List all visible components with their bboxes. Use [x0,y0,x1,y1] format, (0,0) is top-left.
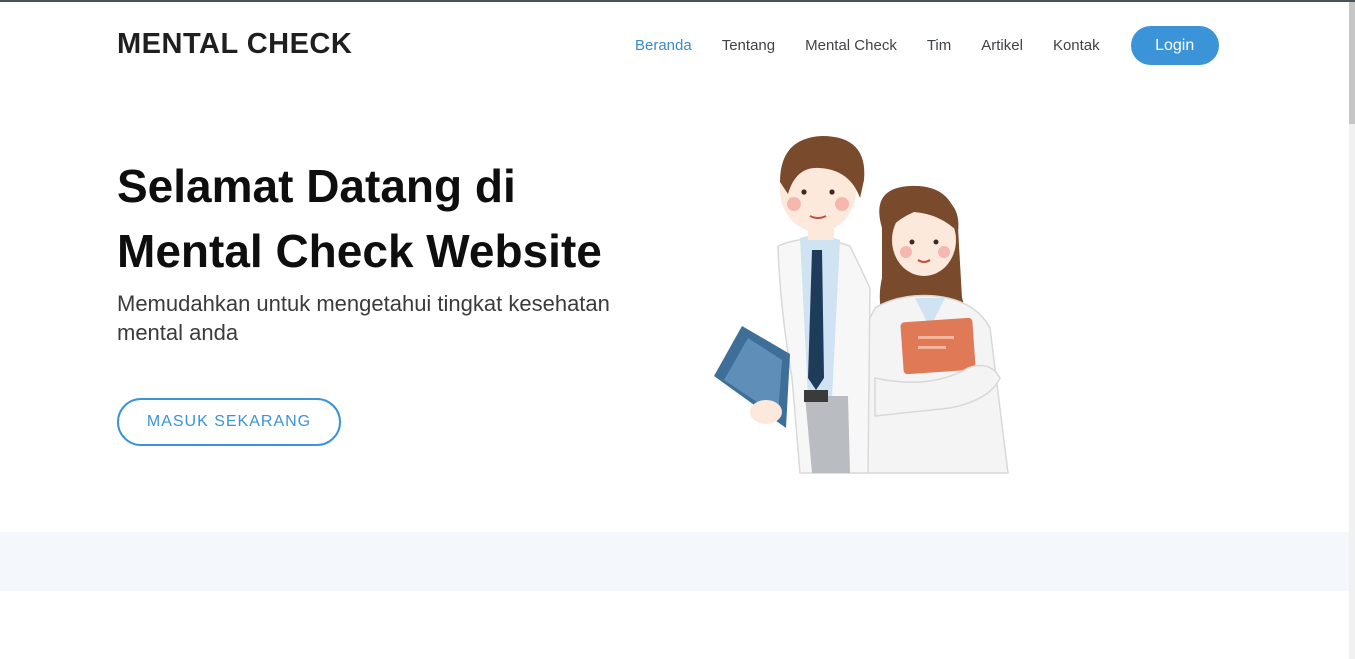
scrollbar-thumb[interactable] [1349,2,1355,124]
brand-logo[interactable]: MENTAL CHECK [117,28,352,61]
navbar: MENTAL CHECK Beranda Tentang Mental Chec… [0,2,1349,88]
hero-title-line1: Selamat Datang di [117,160,516,212]
main-nav: Beranda Tentang Mental Check Tim Artikel… [620,26,1219,65]
hero-subtitle: Memudahkan untuk mengetahui tingkat kese… [117,291,610,345]
nav-item-beranda[interactable]: Beranda [620,27,707,65]
nav-item-artikel[interactable]: Artikel [966,27,1038,65]
nav-item-tentang[interactable]: Tentang [707,27,790,65]
login-button[interactable]: Login [1130,26,1219,65]
nav-item-kontak[interactable]: Kontak [1038,27,1115,65]
section-band [0,532,1349,591]
hero-title-line2: Mental Check Website [117,225,602,277]
masuk-sekarang-button[interactable]: MASUK SEKARANG [117,398,341,446]
hero-title: Selamat Datang di Mental Check Website [117,154,677,284]
doctors-illustration [714,136,1009,474]
nav-item-tim[interactable]: Tim [912,27,966,65]
nav-item-mental-check[interactable]: Mental Check [790,27,912,65]
